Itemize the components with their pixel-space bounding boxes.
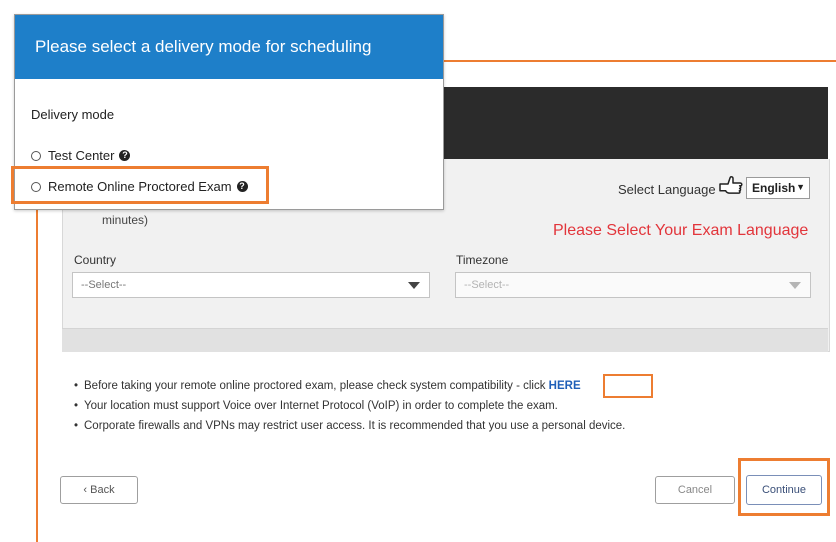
option-test-center[interactable]: Test Center ? (31, 148, 131, 163)
radio-button[interactable] (31, 150, 41, 161)
option-label: Test Center (48, 148, 115, 163)
select-language-label: Select Language (618, 182, 716, 197)
question-circle-icon[interactable]: ? (119, 150, 131, 161)
highlight-remote-option (11, 166, 269, 204)
language-select[interactable]: English ▼ (746, 177, 810, 199)
exam-language-prompt: Please Select Your Exam Language (553, 222, 809, 239)
panel-footer (62, 328, 828, 352)
language-select-value: English (752, 181, 796, 195)
dialog-title: Please select a delivery mode for schedu… (15, 15, 443, 79)
list-item: • Your location must support Voice over I… (74, 400, 558, 412)
note-text: Before taking your remote online proctor… (84, 380, 549, 392)
note-text: Your location must support Voice over In… (84, 400, 558, 412)
country-label: Country (74, 253, 117, 267)
list-item: • Before taking your remote online procto… (74, 380, 581, 392)
note-text: Corporate firewalls and VPNs may restric… (84, 420, 626, 432)
country-select-value: --Select-- (81, 279, 127, 291)
highlight-continue-button (738, 458, 830, 516)
list-item: • Corporate firewalls and VPNs may restri… (74, 420, 626, 432)
notes-list: • Before taking your remote online procto… (74, 376, 814, 436)
duration-fragment: minutes) (102, 213, 149, 227)
compatibility-here-link[interactable]: HERE (549, 380, 581, 392)
dropdown-arrow-icon (399, 273, 429, 297)
back-button[interactable]: ‹ Back (60, 476, 138, 504)
delivery-mode-label: Delivery mode (31, 107, 115, 122)
accent-line-left (36, 206, 38, 542)
highlight-here-link (603, 374, 653, 398)
chevron-down-icon: ▼ (796, 182, 805, 192)
pointing-hand-icon (719, 176, 743, 194)
accent-line-top (444, 60, 836, 62)
dropdown-arrow-icon (780, 273, 810, 297)
cancel-button[interactable]: Cancel (655, 476, 735, 504)
timezone-select[interactable]: --Select-- (455, 272, 811, 298)
country-select[interactable]: --Select-- (72, 272, 430, 298)
timezone-select-value: --Select-- (464, 279, 510, 291)
timezone-label: Timezone (456, 253, 509, 267)
